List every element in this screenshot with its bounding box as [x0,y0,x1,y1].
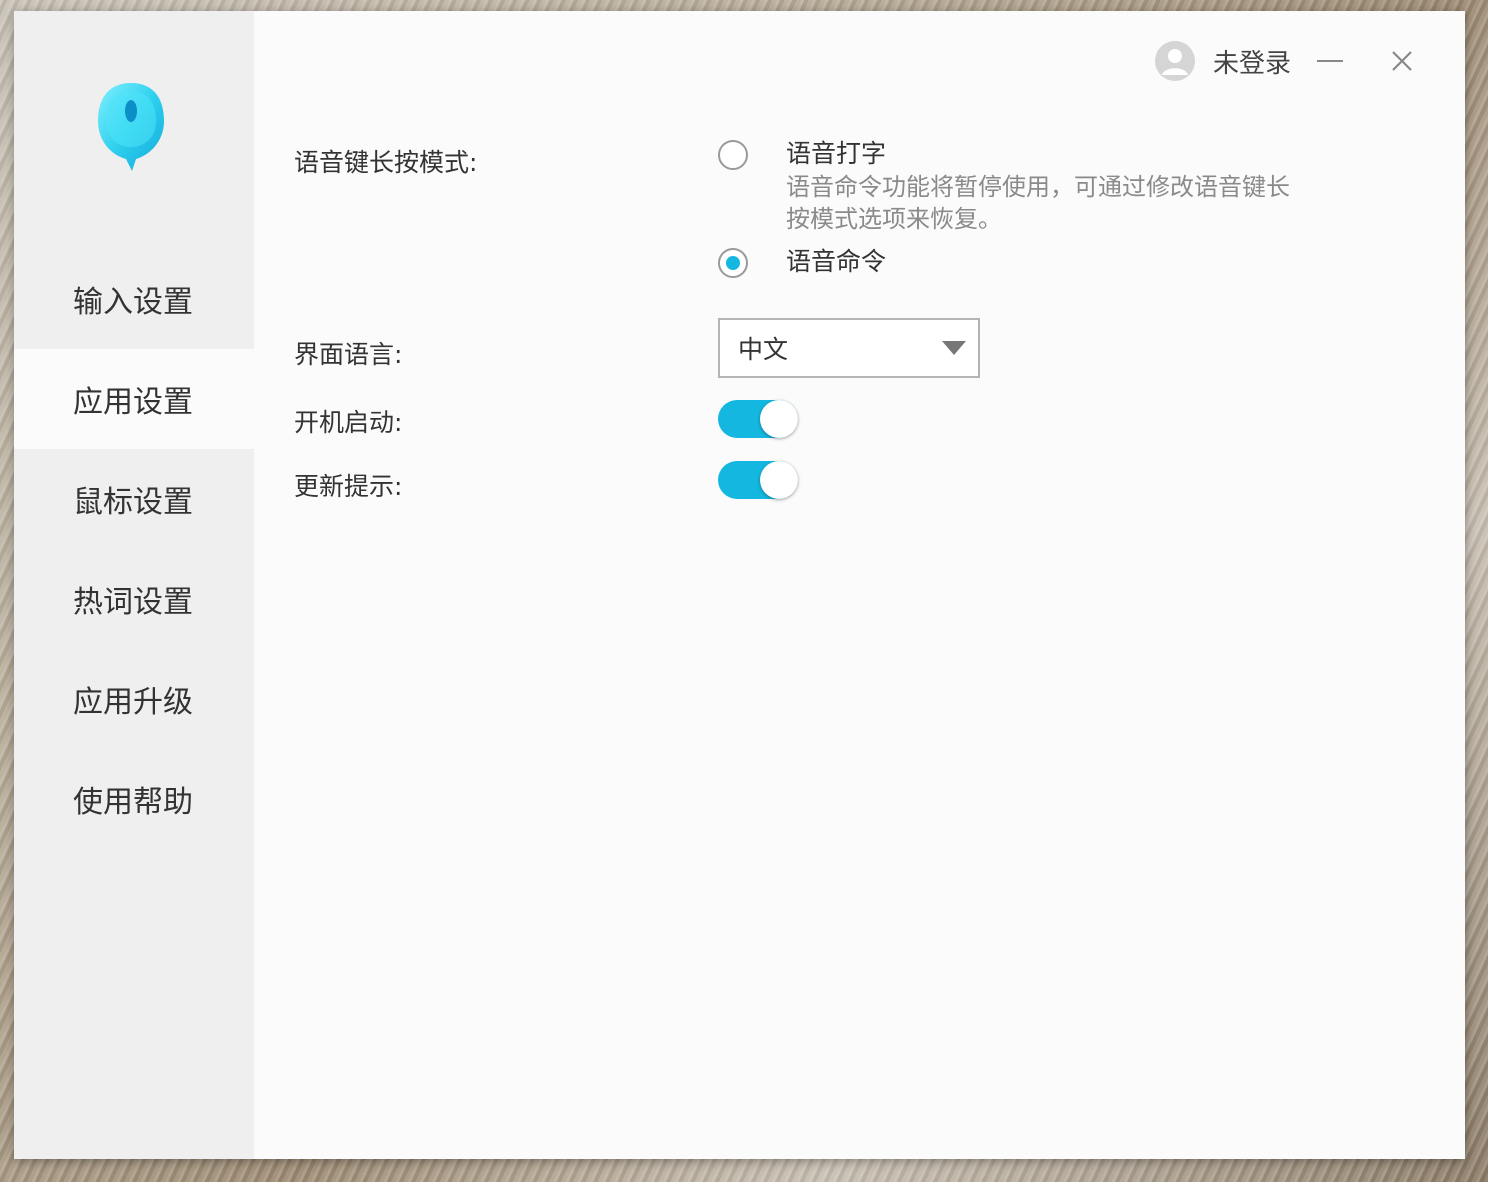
sidebar-nav: 输入设置 应用设置 鼠标设置 热词设置 应用升级 使用帮助 [14,249,254,849]
user-avatar-icon [1154,41,1195,81]
sidebar: 输入设置 应用设置 鼠标设置 热词设置 应用升级 使用帮助 [14,11,254,1159]
login-status-label: 未登录 [1212,48,1291,79]
sidebar-item-app-settings[interactable]: 应用设置 [14,349,254,449]
microphone-droplet-logo [98,83,164,171]
voice-key-mode-options: 语音打字 语音命令功能将暂停使用，可通过修改语音键长按模式选项来恢复。 语音命令 [718,137,1296,279]
update-notice-toggle[interactable] [718,461,798,499]
ui-language-label: 界面语言: [294,340,403,369]
radio-voice-typing-description: 语音命令功能将暂停使用，可通过修改语音键长按模式选项来恢复。 [786,173,1290,233]
settings-window: 输入设置 应用设置 鼠标设置 热词设置 应用升级 使用帮助 未登录 语音键长按模… [14,11,1465,1159]
radio-voice-typing-label: 语音打字 [786,139,887,168]
close-button[interactable] [1369,41,1435,81]
main-content: 未登录 语音键长按模式: 语音打字 语音命令功能将暂停使用，可通过修改语音键长按… [254,11,1465,1159]
sidebar-item-mouse-settings[interactable]: 鼠标设置 [14,449,254,549]
minimize-icon [1317,60,1343,62]
sidebar-item-app-upgrade[interactable]: 应用升级 [14,649,254,749]
radio-voice-typing[interactable]: 语音打字 语音命令功能将暂停使用，可通过修改语音键长按模式选项来恢复。 [718,137,1296,235]
voice-key-mode-label: 语音键长按模式: [294,148,478,177]
auto-start-toggle[interactable] [718,400,798,438]
chevron-down-icon [942,341,966,355]
ui-language-value: 中文 [738,335,789,364]
sidebar-item-help[interactable]: 使用帮助 [14,749,254,849]
minimize-button[interactable] [1297,41,1363,81]
sidebar-item-input-settings[interactable]: 输入设置 [14,249,254,349]
sidebar-item-hotword-settings[interactable]: 热词设置 [14,549,254,649]
toggle-knob [760,461,798,499]
auto-start-label: 开机启动: [294,408,403,437]
update-notice-label: 更新提示: [294,472,403,501]
toggle-knob [760,400,798,438]
title-bar: 未登录 [1154,41,1435,81]
radio-voice-typing-indicator[interactable] [718,140,748,170]
radio-voice-command[interactable]: 语音命令 [718,245,1296,279]
radio-voice-command-label: 语音命令 [786,247,887,276]
ui-language-select[interactable]: 中文 [718,318,980,378]
login-button[interactable]: 未登录 [1154,41,1291,81]
close-icon [1392,51,1412,71]
radio-voice-command-indicator[interactable] [718,248,748,278]
